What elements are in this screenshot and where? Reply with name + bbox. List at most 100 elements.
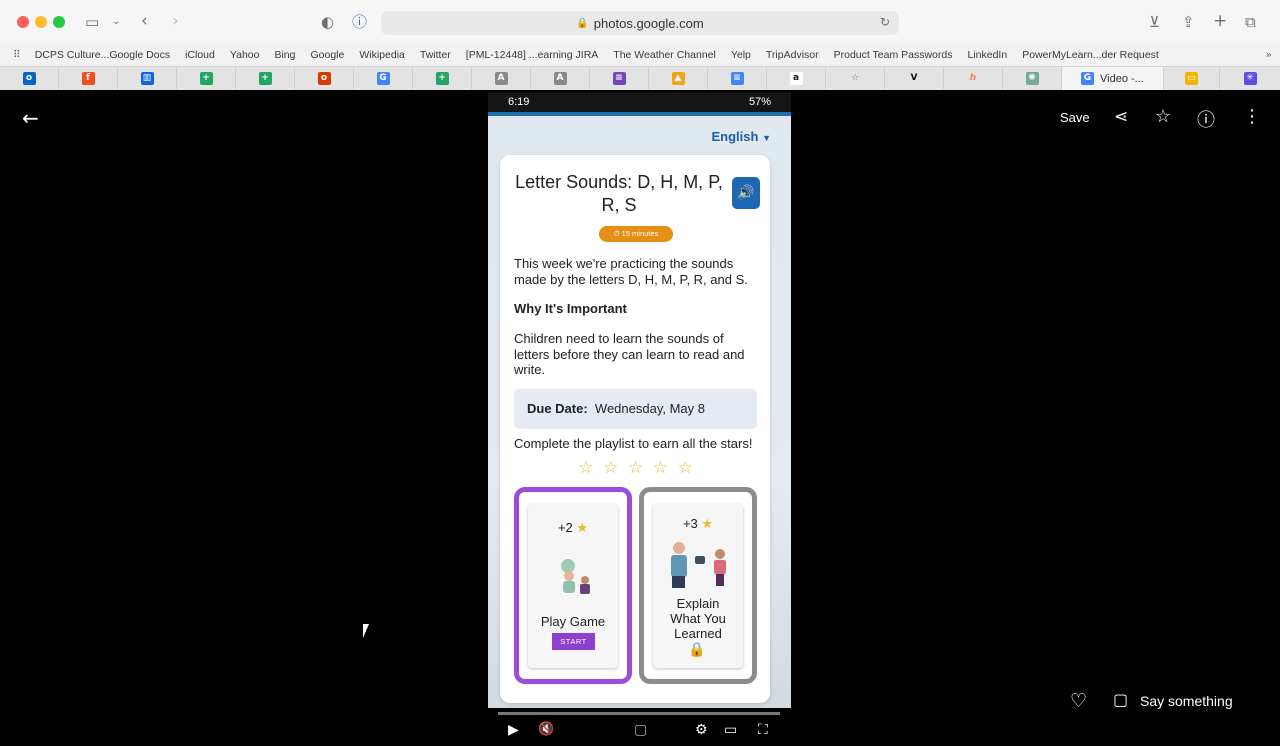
grid-icon[interactable]: ⠿ xyxy=(13,49,21,61)
new-tab-icon[interactable]: + xyxy=(1213,11,1227,31)
address-bar[interactable]: 🔒 photos.google.com xyxy=(381,11,899,35)
share-icon[interactable]: ⇪ xyxy=(1182,12,1195,32)
letter-a-icon: A xyxy=(494,72,508,85)
due-value: Wednesday, May 8 xyxy=(594,401,705,416)
tab-google[interactable]: G xyxy=(354,67,413,90)
back-icon[interactable]: ‹ xyxy=(141,11,148,31)
close-window-button[interactable] xyxy=(17,16,29,28)
forward-icon[interactable]: › xyxy=(172,11,179,31)
privacy-shield-icon[interactable]: ◐ xyxy=(321,12,334,32)
favorite-link[interactable]: TripAdvisor xyxy=(766,49,819,61)
favorite-link[interactable]: DCPS Culture...Google Docs xyxy=(35,49,170,61)
tab-forms[interactable]: ≡ xyxy=(590,67,649,90)
google-icon: G xyxy=(376,72,390,85)
tab-office[interactable]: o xyxy=(295,67,354,90)
docs-icon: ≡ xyxy=(730,72,744,85)
status-accent-line xyxy=(488,112,791,116)
tab-app-a[interactable]: A xyxy=(531,67,590,90)
lesson-intro: This week we're practicing the sounds ma… xyxy=(514,256,748,287)
activity-inner: +3 ★ Explain What You Learned 🔒 xyxy=(653,504,743,668)
info-icon[interactable]: ⓘ xyxy=(1197,106,1215,132)
tab-strip: o f ▥ + + o G + A A ≡ ▲ ≡ a ☆ V ℎ ✺ G Vi… xyxy=(0,66,1280,90)
tab-amazon[interactable]: a xyxy=(767,67,826,90)
tab-video-active[interactable]: G Video -... xyxy=(1062,67,1164,90)
tab-docs[interactable]: ≡ xyxy=(708,67,767,90)
back-arrow-icon[interactable]: ← xyxy=(22,106,39,130)
vimeo-icon: V xyxy=(910,73,918,83)
zoom-window-button[interactable] xyxy=(53,16,65,28)
asterisk-icon: ✳ xyxy=(1243,72,1257,85)
browser-chrome: ▭ ⌄ ‹ › ◐ ⓘ 🔒 photos.google.com ↻ ⊻ ⇪ + … xyxy=(0,0,1280,90)
favorite-link[interactable]: Yelp xyxy=(731,49,751,61)
favorite-link[interactable]: [PML-12448] ...earning JIRA xyxy=(466,49,599,61)
star-rating: ☆ ☆ ☆ ☆ ☆ xyxy=(578,458,693,478)
tab-app[interactable]: ✳ xyxy=(1220,67,1280,90)
favorite-star-icon[interactable]: ☆ xyxy=(1155,106,1171,127)
tab-sheets[interactable]: + xyxy=(236,67,295,90)
star-icon: ☆ xyxy=(850,73,860,83)
star-icon: ☆ xyxy=(627,458,644,478)
tab-app[interactable]: ▲ xyxy=(649,67,708,90)
stop-icon[interactable]: ▢ xyxy=(634,722,647,738)
say-something-button[interactable]: Say something xyxy=(1140,693,1233,709)
save-button[interactable]: Save xyxy=(1060,110,1090,125)
more-favorites-icon[interactable]: » xyxy=(1266,49,1272,61)
tab-overview-icon[interactable]: ⧉ xyxy=(1245,12,1256,32)
activity-card-play-game[interactable]: +2 ★ Play Game START xyxy=(514,487,632,684)
password-manager-icon[interactable]: ⓘ xyxy=(352,12,367,32)
favorite-link[interactable]: Twitter xyxy=(420,49,451,61)
more-options-icon[interactable]: ⋮ xyxy=(1243,106,1261,127)
comment-icon[interactable]: ▢ xyxy=(1113,690,1128,709)
tab-sheets[interactable]: + xyxy=(177,67,236,90)
language-select[interactable]: English ▼ xyxy=(712,129,772,144)
forms-icon: ≡ xyxy=(612,72,626,85)
tab-sheets[interactable]: + xyxy=(413,67,472,90)
favorite-link[interactable]: Google xyxy=(310,49,344,61)
tab-hubspot[interactable]: ℎ xyxy=(944,67,1003,90)
due-date-box: Due Date: Wednesday, May 8 xyxy=(514,389,757,429)
video-progress-bar[interactable] xyxy=(498,712,780,715)
chevron-down-icon[interactable]: ⌄ xyxy=(112,12,120,32)
minimize-window-button[interactable] xyxy=(35,16,47,28)
tab-vimeo[interactable]: V xyxy=(885,67,944,90)
downloads-icon[interactable]: ⊻ xyxy=(1149,12,1160,32)
favorite-link[interactable]: Yahoo xyxy=(230,49,260,61)
tab-title: Video -... xyxy=(1100,72,1144,85)
office-icon: o xyxy=(317,72,331,85)
favorite-link[interactable]: PowerMyLearn...der Request xyxy=(1022,49,1159,61)
mute-icon[interactable]: 🔇 xyxy=(538,722,554,737)
why-text: Children need to learn the sounds of let… xyxy=(514,331,745,377)
tab-figma[interactable]: f xyxy=(59,67,118,90)
share-icon[interactable]: ⋖ xyxy=(1114,107,1128,127)
cast-icon[interactable]: ▭ xyxy=(724,722,737,738)
explain-illustration xyxy=(671,542,726,588)
favorite-link[interactable]: Product Team Passwords xyxy=(834,49,953,61)
favorites-bar: ⠿ DCPS Culture...Google Docs iCloud Yaho… xyxy=(0,44,1280,66)
activity-card-explain[interactable]: +3 ★ Explain What You Learned 🔒 xyxy=(639,487,757,684)
figma-icon: f xyxy=(81,72,95,85)
fullscreen-icon[interactable]: ⛶ xyxy=(758,722,768,738)
start-button[interactable]: START xyxy=(552,633,595,650)
favorite-link[interactable]: Bing xyxy=(274,49,295,61)
favorite-link[interactable]: LinkedIn xyxy=(967,49,1007,61)
amazon-icon: a xyxy=(789,72,803,85)
sidebar-toggle-icon[interactable]: ▭ xyxy=(85,12,99,32)
tab-slides[interactable]: ▭ xyxy=(1164,67,1220,90)
favorite-link[interactable]: The Weather Channel xyxy=(613,49,716,61)
tab-chatgpt[interactable]: ✺ xyxy=(1003,67,1062,90)
tab-outlook[interactable]: o xyxy=(0,67,59,90)
tab-app-a[interactable]: A xyxy=(472,67,531,90)
heart-icon[interactable]: ♡ xyxy=(1070,690,1087,712)
slides-icon: ▭ xyxy=(1185,72,1198,85)
favorite-link[interactable]: iCloud xyxy=(185,49,215,61)
speaker-icon[interactable]: 🔊 xyxy=(732,177,760,209)
mouse-cursor xyxy=(363,624,369,638)
tab-trello[interactable]: ▥ xyxy=(118,67,177,90)
play-icon[interactable]: ▶ xyxy=(508,722,519,738)
points-value: +2 xyxy=(557,520,573,535)
favorite-link[interactable]: Wikipedia xyxy=(359,49,405,61)
reload-icon[interactable]: ↻ xyxy=(880,12,890,32)
letter-a-icon: A xyxy=(553,72,567,85)
settings-gear-icon[interactable]: ⚙ xyxy=(695,722,708,738)
tab-bookmark[interactable]: ☆ xyxy=(826,67,885,90)
